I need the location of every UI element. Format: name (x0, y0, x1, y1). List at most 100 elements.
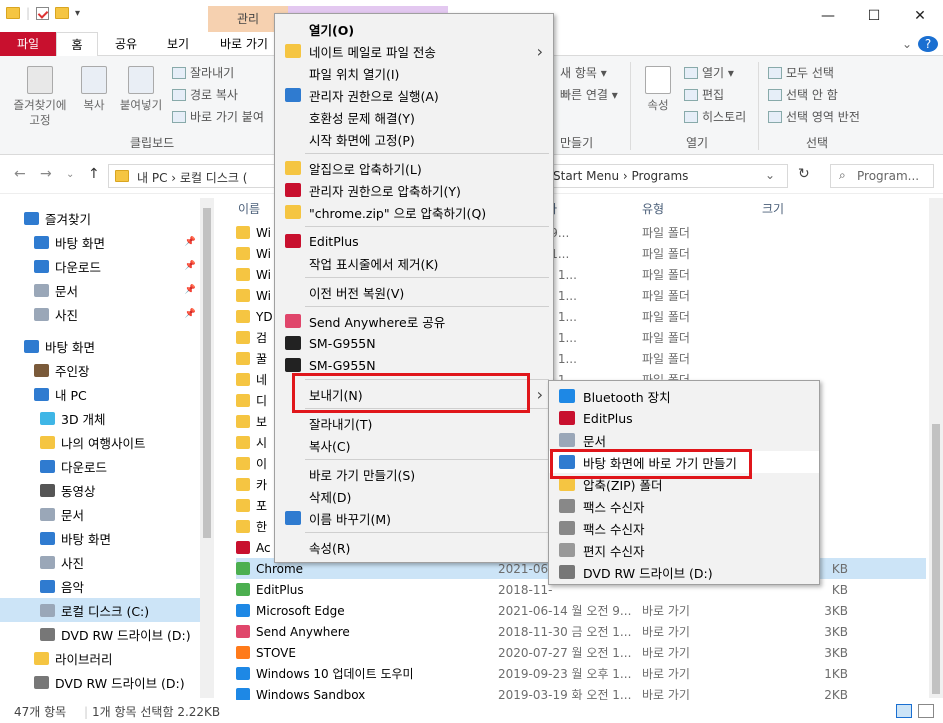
context-menu-item[interactable]: 복사(C) (275, 434, 553, 456)
nav-item[interactable]: 내 PC (0, 382, 200, 406)
nav-item[interactable]: 라이브러리 (0, 646, 200, 670)
large-icons-view-icon[interactable] (918, 704, 934, 718)
context-menu-item[interactable]: 작업 표시줄에서 제거(K) (275, 252, 553, 274)
context-menu-item[interactable]: 이름 바꾸기(M) (275, 507, 553, 529)
pin-quick-access-button[interactable]: 즐겨찾기에 고정 (8, 66, 72, 128)
paste-button[interactable]: 붙여넣기 (116, 66, 166, 113)
nav-item[interactable]: DVD RW 드라이브 (D:) (0, 622, 200, 646)
close-button[interactable]: ✕ (897, 0, 943, 32)
properties-button[interactable]: 속성 (638, 66, 678, 113)
pin-icon[interactable]: 📌 (185, 261, 196, 271)
invert-selection-button[interactable]: 선택 영역 반전 (768, 108, 860, 125)
context-menu-item[interactable]: 네이트 메일로 파일 전송 › (275, 40, 553, 62)
history-button[interactable]: 히스토리 (684, 108, 746, 125)
nav-item[interactable]: 문서 📌 (0, 278, 200, 302)
context-menu-item[interactable]: 관리자 권한으로 실행(A) (275, 84, 553, 106)
column-header-name[interactable]: 이름 (238, 198, 260, 220)
context-menu-item[interactable]: 시작 화면에 고정(P) (275, 128, 553, 150)
select-all-button[interactable]: 모두 선택 (768, 64, 834, 81)
nav-scrollbar-thumb[interactable] (203, 208, 211, 538)
qat-dropdown-icon[interactable]: ▾ (75, 8, 80, 19)
folder-icon[interactable] (6, 7, 20, 19)
address-right-path[interactable]: Start Menu › Programs (553, 169, 688, 183)
send-to-item[interactable]: Bluetooth 장치 (549, 385, 819, 407)
up-arrow-icon[interactable]: ↑ (88, 166, 100, 182)
file-row[interactable]: Send Anywhere 2018-11-30 금 오전 1... 바로 가기 3K… (236, 621, 926, 642)
pin-icon[interactable]: 📌 (185, 237, 196, 247)
file-list-scrollbar[interactable] (929, 198, 943, 698)
recent-dropdown-icon[interactable]: ⌄ (66, 169, 74, 180)
nav-item[interactable]: 음악 (0, 574, 200, 598)
context-menu-item[interactable]: SM-G955N (275, 332, 553, 354)
context-menu-item[interactable]: 속성(R) (275, 536, 553, 558)
column-header-size[interactable]: 크기 (762, 198, 784, 220)
nav-item[interactable]: 사진 📌 (0, 302, 200, 326)
send-to-item[interactable]: 팩스 수신자 (549, 517, 819, 539)
nav-item[interactable]: 다운로드 (0, 454, 200, 478)
search-input[interactable]: ⌕ Program... (830, 164, 934, 188)
edit-button[interactable]: 편집 (684, 86, 724, 103)
nav-item[interactable]: 동영상 (0, 478, 200, 502)
pin-icon[interactable]: 📌 (185, 309, 196, 319)
tab-file[interactable]: 파일 (0, 32, 56, 56)
new-folder-icon[interactable] (55, 7, 70, 19)
pin-icon[interactable]: 📌 (185, 285, 196, 295)
context-menu-item[interactable]: 바로 가기 만들기(S) (275, 463, 553, 485)
context-menu-item[interactable]: "chrome.zip" 으로 압축하기(Q) (275, 201, 553, 223)
tab-view[interactable]: 보기 (156, 32, 200, 56)
paste-shortcut-button[interactable]: 바로 가기 붙여 (172, 108, 264, 125)
ribbon-expand-icon[interactable]: ⌄ (898, 32, 916, 56)
nav-scrollbar[interactable] (200, 198, 214, 698)
forward-arrow-icon[interactable]: → (40, 166, 52, 182)
select-none-button[interactable]: 선택 안 함 (768, 86, 838, 103)
easy-access-button[interactable]: 빠른 연결 ▾ (560, 86, 618, 103)
nav-item[interactable]: DVD RW 드라이브 (D:) (0, 670, 200, 694)
column-header-type[interactable]: 유형 (642, 198, 664, 220)
context-menu-item[interactable]: 호환성 문제 해결(Y) (275, 106, 553, 128)
nav-item[interactable]: 문서 (0, 502, 200, 526)
nav-item[interactable]: 바탕 화면 (0, 334, 200, 358)
send-to-item[interactable]: DVD RW 드라이브 (D:) (549, 561, 819, 583)
context-menu-item[interactable]: 이전 버전 복원(V) (275, 281, 553, 303)
help-icon[interactable]: ? (918, 36, 938, 52)
address-dropdown-icon[interactable]: ⌄ (765, 168, 775, 182)
nav-item[interactable]: 즐겨찾기 (0, 206, 200, 230)
nav-item[interactable]: 바탕 화면 (0, 526, 200, 550)
details-view-icon[interactable] (896, 704, 912, 718)
context-menu-item[interactable]: 관리자 권한으로 압축하기(Y) (275, 179, 553, 201)
file-row[interactable]: STOVE 2020-07-27 월 오전 1... 바로 가기 3KB (236, 642, 926, 663)
tab-shortcut-tools[interactable]: 바로 가기 (212, 32, 276, 56)
new-item-button[interactable]: 새 항목 ▾ (560, 64, 607, 81)
copy-path-button[interactable]: 경로 복사 (172, 86, 238, 103)
context-menu-item[interactable]: Send Anywhere로 공유 (275, 310, 553, 332)
tab-share[interactable]: 공유 (106, 32, 146, 56)
context-menu-item[interactable]: 삭제(D) (275, 485, 553, 507)
send-to-item[interactable]: EditPlus (549, 407, 819, 429)
nav-item[interactable]: 나의 여행사이트 (0, 430, 200, 454)
properties-icon[interactable] (36, 6, 50, 20)
minimize-button[interactable]: — (805, 0, 851, 32)
cut-button[interactable]: 잘라내기 (172, 64, 234, 81)
nav-item[interactable]: 다운로드 📌 (0, 254, 200, 278)
back-arrow-icon[interactable]: ← (14, 166, 26, 182)
file-row[interactable]: Microsoft Edge 2021-06-14 월 오전 9... 바로 가기 3… (236, 600, 926, 621)
tab-home[interactable]: 홈 (56, 32, 98, 56)
send-to-item[interactable]: 편지 수신자 (549, 539, 819, 561)
context-menu-item[interactable]: 파일 위치 열기(I) (275, 62, 553, 84)
file-row[interactable]: Windows 10 업데이트 도우미 2019-09-23 월 오후 1... 바… (236, 663, 926, 684)
address-left-path[interactable]: 내 PC › 로컬 디스크 ( (137, 169, 247, 186)
file-list-scrollbar-thumb[interactable] (932, 424, 940, 694)
copy-button[interactable]: 복사 (76, 66, 112, 113)
nav-item[interactable]: 로컬 디스크 (C:) (0, 598, 200, 622)
context-menu-item[interactable]: 알집으로 압축하기(L) (275, 157, 553, 179)
nav-item[interactable]: 주인장 (0, 358, 200, 382)
nav-item[interactable]: 사진 (0, 550, 200, 574)
send-to-item[interactable]: 문서 (549, 429, 819, 451)
nav-item[interactable]: 바탕 화면 📌 (0, 230, 200, 254)
maximize-button[interactable]: ☐ (851, 0, 897, 32)
context-menu-item[interactable]: 잘라내기(T) (275, 412, 553, 434)
send-to-item[interactable]: 팩스 수신자 (549, 495, 819, 517)
context-menu-item[interactable]: EditPlus (275, 230, 553, 252)
refresh-icon[interactable]: ↻ (798, 166, 810, 182)
context-menu-item[interactable]: 열기(O) (275, 18, 553, 40)
